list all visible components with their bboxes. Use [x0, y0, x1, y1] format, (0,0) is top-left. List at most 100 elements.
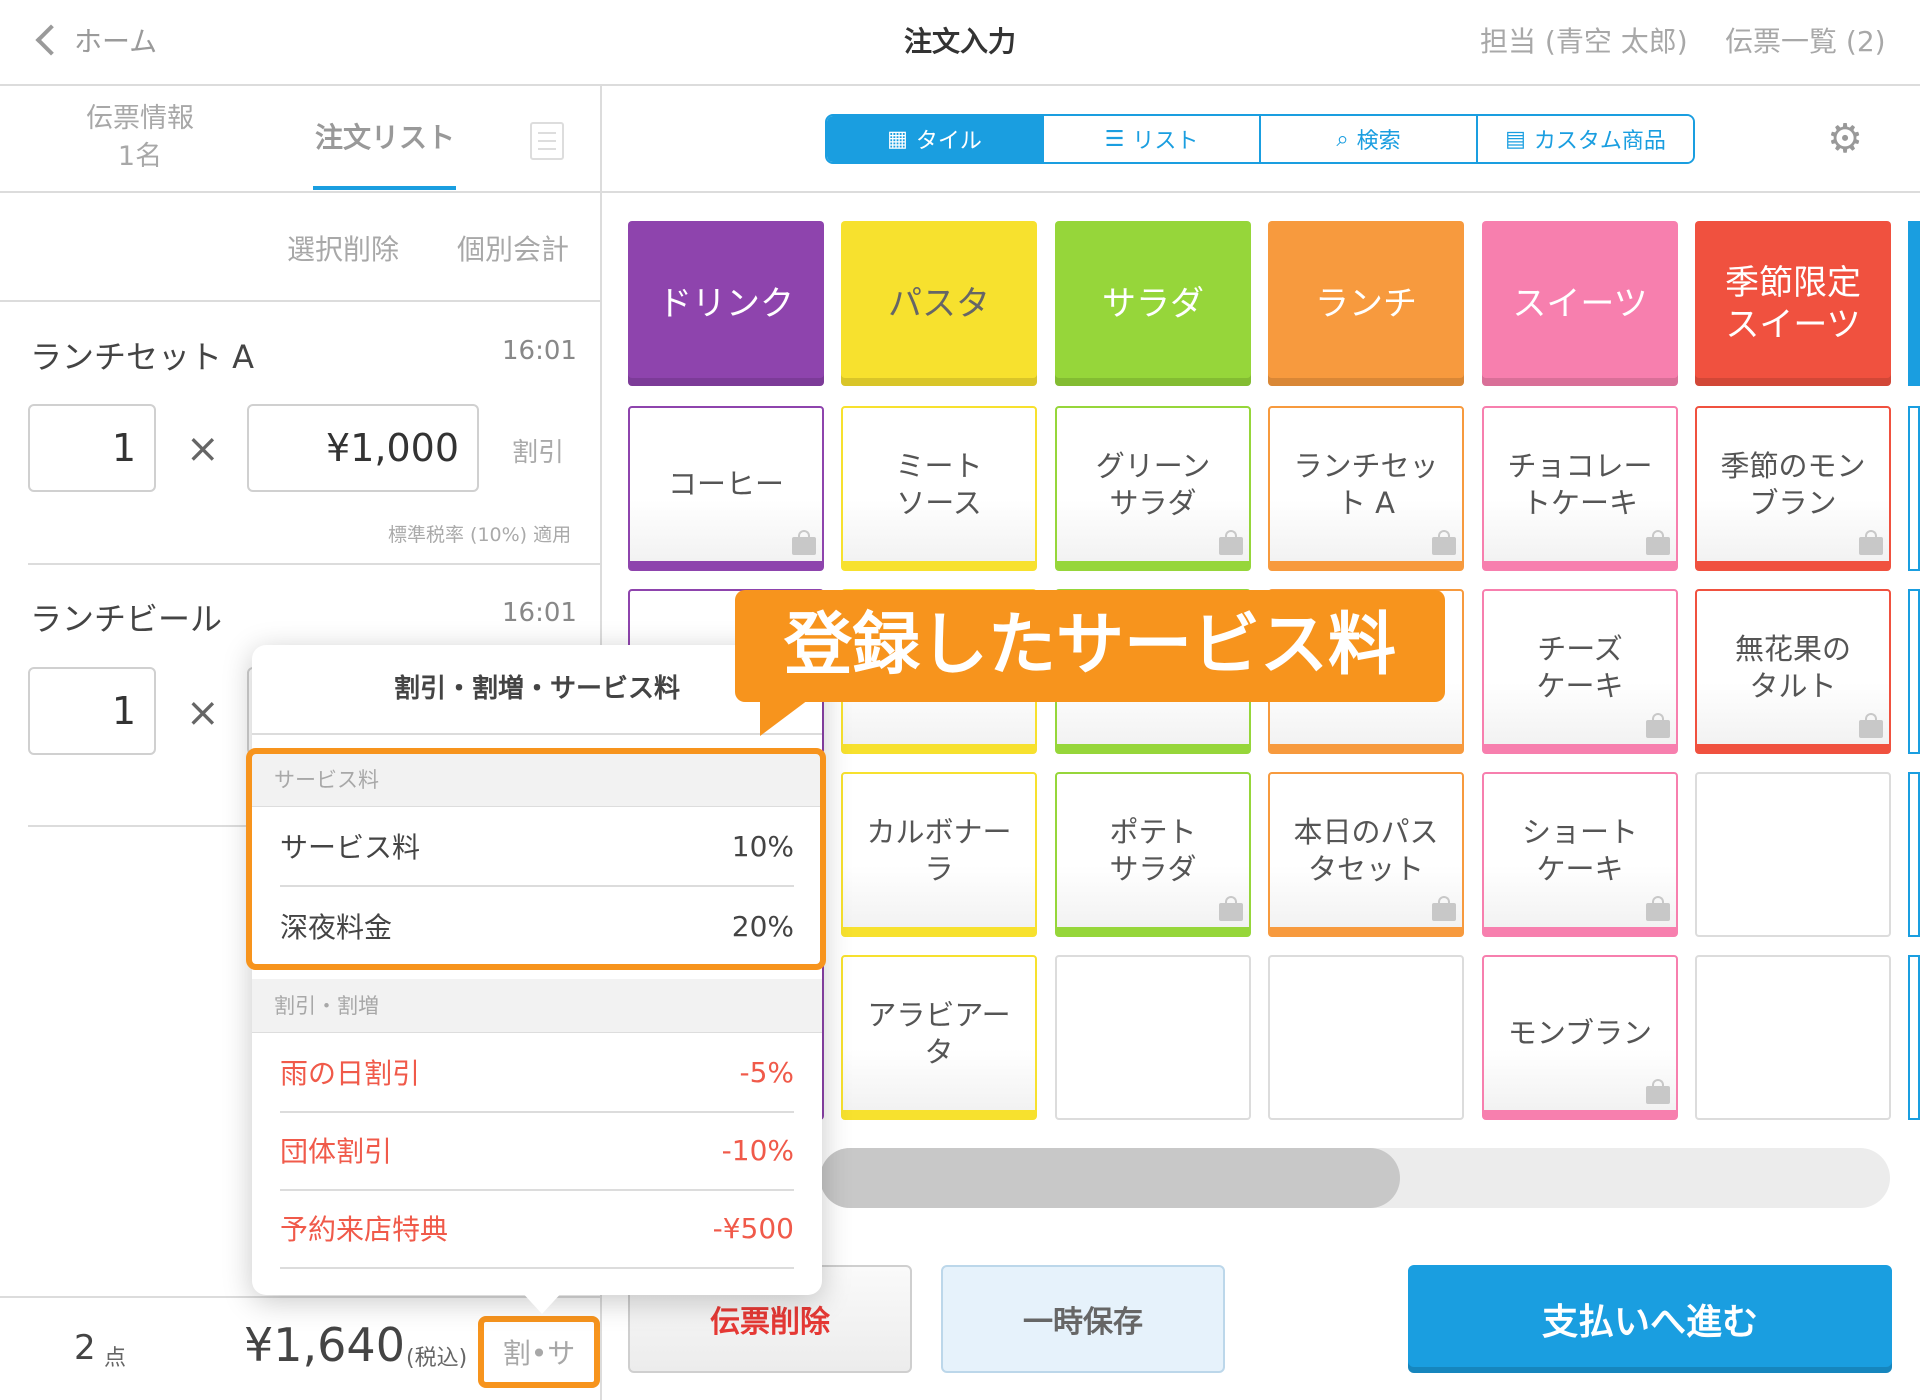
- category-tab[interactable]: サラダ: [1055, 221, 1251, 386]
- takeout-bag-icon: [1432, 530, 1456, 555]
- product-tile[interactable]: コーヒー: [628, 406, 824, 571]
- takeout-bag-icon: [792, 530, 816, 555]
- back-label: ホーム: [74, 25, 158, 58]
- grid-icon: ▦: [887, 126, 908, 152]
- tab-search[interactable]: ⌕ 検索: [1261, 116, 1478, 162]
- tax-rate-note: 標準税率 (10%) 適用: [388, 524, 572, 546]
- item-time: 16:01: [502, 336, 577, 366]
- item-name: ランチセット A: [30, 338, 255, 376]
- quantity-field[interactable]: 1: [28, 667, 156, 755]
- staff-button[interactable]: 担当 (青空 太郎): [1480, 20, 1688, 60]
- product-tile[interactable]: ポテト サラダ: [1055, 772, 1251, 937]
- discount-row[interactable]: 団体割引 -10%: [280, 1111, 794, 1191]
- product-tile[interactable]: モンブラン: [1482, 955, 1678, 1120]
- slip-list-button[interactable]: 伝票一覧 (2): [1725, 20, 1886, 60]
- search-icon: ⌕: [1336, 126, 1349, 152]
- times-sign: ×: [186, 426, 220, 472]
- next-column-edge: [1908, 772, 1920, 937]
- row-value: -10%: [721, 1133, 794, 1167]
- divider: [602, 191, 1920, 193]
- empty-tile: [1268, 955, 1464, 1120]
- row-label: 予約来店特典: [280, 1213, 449, 1246]
- tab-tile-view[interactable]: ▦ タイル: [827, 116, 1044, 162]
- service-charge-highlight: [246, 748, 826, 970]
- item-name: ランチビール: [30, 600, 223, 638]
- tax-included-note: (税込): [406, 1346, 468, 1371]
- takeout-bag-icon: [1646, 530, 1670, 555]
- category-tab[interactable]: パスタ: [841, 221, 1037, 386]
- total-amount: ¥1,640: [244, 1318, 405, 1372]
- list-icon: ☰: [1104, 126, 1125, 152]
- divider: [0, 300, 600, 302]
- discount-row[interactable]: 予約来店特典 -¥500: [280, 1189, 794, 1269]
- category-tab[interactable]: 季節限定 スイーツ: [1695, 221, 1891, 386]
- quantity-field[interactable]: 1: [28, 404, 156, 492]
- discount-row[interactable]: 雨の日割引 -5%: [280, 1033, 794, 1113]
- product-tile[interactable]: アラビアー タ: [841, 955, 1037, 1120]
- scrollbar-thumb[interactable]: [820, 1148, 1400, 1208]
- tab-label: 検索: [1356, 129, 1401, 154]
- product-tile[interactable]: ショート ケーキ: [1482, 772, 1678, 937]
- takeout-bag-icon: [1432, 896, 1456, 921]
- product-tile[interactable]: ランチセッ ト A: [1268, 406, 1464, 571]
- next-column-edge: [1908, 221, 1920, 386]
- product-tile[interactable]: 季節のモン ブラン: [1695, 406, 1891, 571]
- discount-service-popover: 割引・割増・サービス料 サービス料 サービス料 10% 深夜料金 20% 割引・…: [252, 645, 822, 1295]
- proceed-to-payment-button[interactable]: 支払いへ進む: [1408, 1265, 1892, 1373]
- product-tile[interactable]: チーズ ケーキ: [1482, 589, 1678, 754]
- discount-service-button[interactable]: 割•サ: [478, 1316, 600, 1388]
- product-tile[interactable]: ミート ソース: [841, 406, 1037, 571]
- item-count-unit: 点: [104, 1346, 127, 1371]
- tab-slip-info-label: 伝票情報: [86, 103, 194, 134]
- discount-button[interactable]: 割引: [512, 432, 564, 469]
- empty-tile: [1695, 772, 1891, 937]
- back-button[interactable]: ホーム: [35, 18, 158, 62]
- product-tile[interactable]: チョコレー トケーキ: [1482, 406, 1678, 571]
- row-label: 雨の日割引: [280, 1057, 421, 1090]
- callout-tail: [760, 700, 808, 736]
- next-column-edge: [1908, 589, 1920, 754]
- category-tab[interactable]: スイーツ: [1482, 221, 1678, 386]
- product-tile[interactable]: 本日のパス タセット: [1268, 772, 1464, 937]
- gear-icon[interactable]: ⚙: [1824, 118, 1866, 160]
- view-mode-segmented-control: ▦ タイル ☰ リスト ⌕ 検索 ▤ カスタム商品: [825, 114, 1695, 164]
- guest-count: 1名: [117, 141, 163, 172]
- item-time: 16:01: [502, 598, 577, 628]
- row-label: 団体割引: [280, 1135, 393, 1168]
- row-value: -5%: [739, 1055, 794, 1089]
- times-sign: ×: [186, 690, 220, 736]
- separate-pay-button[interactable]: 個別会計: [457, 228, 569, 268]
- chevron-left-icon: [35, 24, 67, 56]
- takeout-bag-icon: [1646, 896, 1670, 921]
- tab-label: カスタム商品: [1533, 129, 1666, 154]
- tab-custom-product[interactable]: ▤ カスタム商品: [1478, 116, 1693, 162]
- tab-slip-info[interactable]: 伝票情報 1名: [60, 100, 220, 176]
- section-header-discount: 割引・割増: [252, 979, 822, 1033]
- select-delete-button[interactable]: 選択削除: [287, 228, 399, 268]
- memo-icon[interactable]: [530, 122, 564, 160]
- product-tile[interactable]: カルボナー ラ: [841, 772, 1037, 937]
- takeout-bag-icon: [1219, 530, 1243, 555]
- product-tile[interactable]: 無花果の タルト: [1695, 589, 1891, 754]
- tab-order-list[interactable]: 注文リスト: [300, 116, 470, 156]
- price-field[interactable]: ¥1,000: [247, 404, 479, 492]
- product-tile[interactable]: グリーン サラダ: [1055, 406, 1251, 571]
- tab-label: リスト: [1132, 129, 1199, 154]
- item-count: 2: [74, 1328, 96, 1368]
- page-title: 注文入力: [903, 25, 1016, 58]
- annotation-callout: 登録したサービス料: [735, 590, 1445, 702]
- row-value: -¥500: [712, 1211, 794, 1245]
- tab-label: タイル: [915, 129, 982, 154]
- empty-tile: [1055, 955, 1251, 1120]
- takeout-bag-icon: [1859, 530, 1883, 555]
- category-tab[interactable]: ドリンク: [628, 221, 824, 386]
- takeout-bag-icon: [1859, 713, 1883, 738]
- popover-arrow: [520, 1290, 564, 1314]
- category-tab[interactable]: ランチ: [1268, 221, 1464, 386]
- takeout-bag-icon: [1646, 713, 1670, 738]
- hold-button[interactable]: 一時保存: [941, 1265, 1225, 1373]
- next-column-edge: [1908, 406, 1920, 571]
- tab-list-view[interactable]: ☰ リスト: [1044, 116, 1261, 162]
- active-tab-indicator: [313, 186, 456, 190]
- divider: [0, 191, 600, 193]
